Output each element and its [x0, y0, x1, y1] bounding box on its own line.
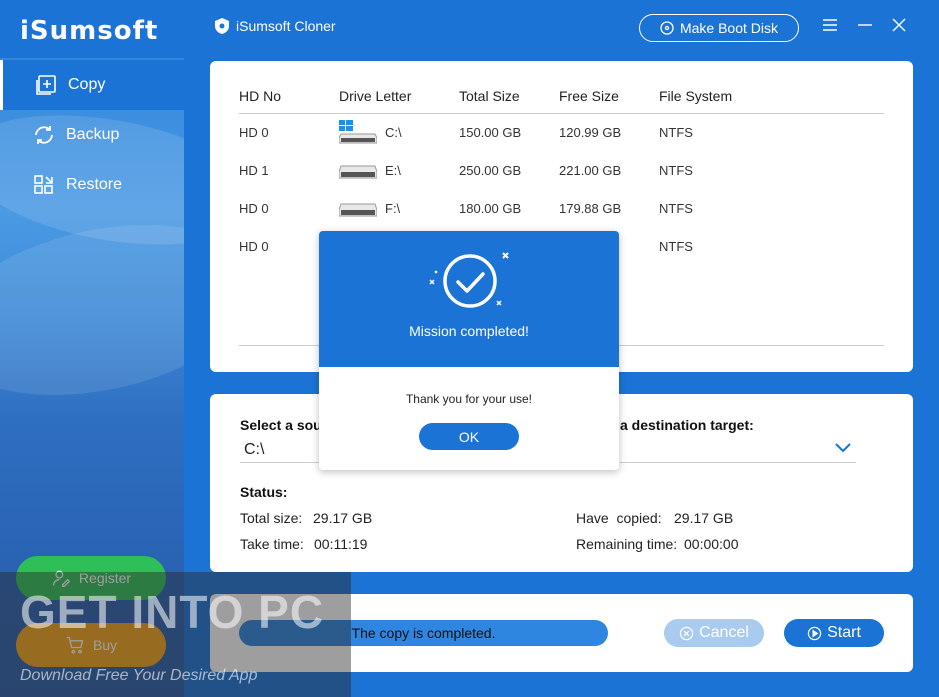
take-time-label: Take time:	[240, 536, 304, 552]
drive-icon	[339, 203, 377, 217]
table-row[interactable]: HD 0 F:\ 180.00 GB 179.88 GB NTFS	[239, 189, 884, 227]
source-label: Select a sou	[240, 417, 322, 433]
window-title-text: iSumsoft Cloner	[236, 18, 336, 34]
cell-total: 150.00 GB	[459, 124, 522, 140]
copy-icon	[36, 75, 56, 95]
cell-hd: HD 1	[239, 162, 269, 178]
shield-logo-icon	[215, 18, 229, 34]
cancel-button[interactable]: Cancel	[664, 619, 764, 647]
table-header-row: HD No Drive Letter Total Size Free Size …	[239, 79, 884, 114]
sidebar-item-copy[interactable]: Copy	[0, 60, 184, 110]
col-drive-letter: Drive Letter	[339, 79, 459, 114]
boot-button-label: Make Boot Disk	[679, 20, 779, 36]
backup-icon	[35, 126, 53, 144]
copied-value: 29.17 GB	[674, 510, 734, 526]
dialog-header: Mission completed!	[319, 231, 619, 367]
make-boot-disk-button[interactable]: Make Boot Disk	[639, 14, 799, 42]
col-hd-no: HD No	[239, 79, 339, 114]
menu-icon[interactable]	[821, 16, 839, 34]
drive-letter: E:\	[385, 162, 401, 178]
watermark-title: GET INTO PC	[20, 586, 325, 638]
cell-fs: NTFS	[659, 124, 693, 140]
cell-free: 120.99 GB	[559, 124, 622, 140]
sidebar-nav: Copy Backup Restore	[0, 60, 184, 210]
minimize-icon[interactable]	[856, 16, 874, 34]
source-select[interactable]: C:\	[244, 441, 264, 459]
drive-cell: F:\	[339, 196, 459, 220]
completion-dialog: Mission completed! Thank you for your us…	[319, 231, 619, 470]
drive-letter: F:\	[385, 200, 401, 216]
remaining-label: Remaining time:	[576, 536, 678, 552]
cancel-icon	[679, 626, 694, 640]
watermark-subtitle: Download Free Your Desired App	[20, 667, 258, 684]
sidebar-item-backup[interactable]: Backup	[0, 110, 184, 160]
cell-total: 250.00 GB	[459, 162, 522, 178]
dialog-title: Mission completed!	[409, 323, 529, 339]
restore-icon	[34, 175, 53, 194]
cell-fs: NTFS	[659, 238, 693, 254]
divider	[620, 462, 856, 463]
cell-fs: NTFS	[659, 162, 693, 178]
window-title: iSumsoft Cloner	[215, 18, 336, 34]
sidebar-item-label: Backup	[66, 126, 120, 143]
cell-total: 180.00 GB	[459, 200, 522, 216]
take-time-value: 00:11:19	[314, 536, 368, 552]
disc-icon	[660, 21, 674, 35]
chevron-down-icon[interactable]	[834, 442, 852, 454]
ok-button[interactable]: OK	[419, 423, 519, 450]
start-label: Start	[827, 624, 861, 641]
table-row[interactable]: HD 0 C:\ 150.00 GB 120.99 GB NTFS	[239, 113, 884, 151]
cell-free: 179.88 GB	[559, 200, 622, 216]
start-button[interactable]: Start	[784, 619, 884, 647]
table-row[interactable]: HD 1 E:\ 250.00 GB 221.00 GB NTFS	[239, 151, 884, 189]
total-size-value: 29.17 GB	[313, 510, 373, 526]
logo-area: iSumsoft	[0, 0, 184, 58]
drive-icon	[339, 165, 377, 179]
cell-fs: NTFS	[659, 200, 693, 216]
sidebar-item-label: Restore	[66, 176, 123, 193]
cell-hd: HD 0	[239, 200, 269, 216]
destination-label: a destination target:	[620, 417, 754, 433]
cell-hd: HD 0	[239, 124, 269, 140]
status-label: Status:	[240, 484, 288, 500]
drive-cell: C:\	[339, 120, 459, 144]
windows-drive-icon	[339, 120, 377, 144]
col-file-system: File System	[659, 79, 884, 114]
total-size-label: Total size:	[240, 510, 303, 526]
sidebar-item-restore[interactable]: Restore	[0, 160, 184, 210]
drive-cell: E:\	[339, 158, 459, 182]
close-icon[interactable]	[890, 16, 908, 34]
app-logo: iSumsoft	[20, 16, 159, 46]
cell-drive: C:\	[339, 113, 459, 151]
cell-free: 221.00 GB	[559, 162, 622, 178]
col-total-size: Total Size	[459, 79, 559, 114]
copied-label: Have copied:	[576, 510, 662, 526]
progress-text: The copy is completed.	[351, 625, 496, 641]
check-circle-icon	[429, 252, 509, 308]
divider	[240, 462, 320, 463]
cell-drive: E:\	[339, 151, 459, 189]
drive-letter: C:\	[385, 124, 402, 140]
remaining-value: 00:00:00	[684, 536, 739, 552]
sidebar-item-label: Copy	[68, 76, 106, 93]
cell-drive: F:\	[339, 189, 459, 227]
col-free-size: Free Size	[559, 79, 659, 114]
cancel-label: Cancel	[699, 624, 749, 641]
dialog-message: Thank you for your use!	[405, 392, 533, 406]
play-icon	[807, 626, 822, 640]
